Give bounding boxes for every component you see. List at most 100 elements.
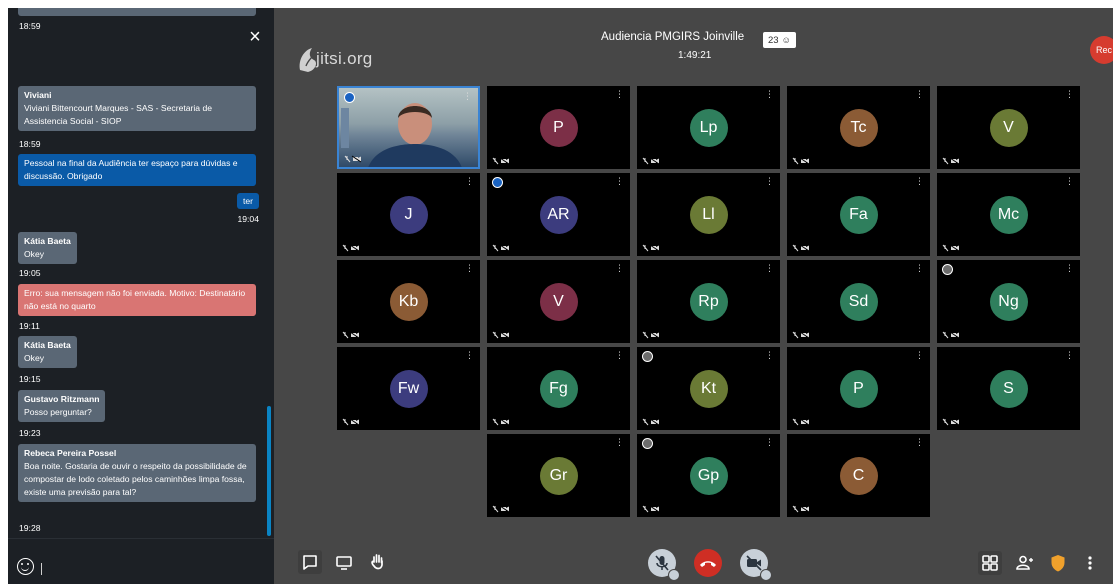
- muted-status-icon: [342, 418, 360, 426]
- tile-menu-icon[interactable]: ⋮: [465, 177, 474, 186]
- chat-messages[interactable]: 18:59 Viviani Viviani Bittencourt Marque…: [8, 8, 274, 538]
- participant-count-badge[interactable]: 23 ☺: [763, 32, 796, 48]
- tile-menu-icon[interactable]: ⋮: [465, 351, 474, 360]
- participant-tile[interactable]: Fw ⋮: [337, 347, 480, 430]
- chat-input[interactable]: [8, 538, 274, 584]
- participant-tile[interactable]: Kb ⋮: [337, 260, 480, 343]
- muted-status-icon: [642, 244, 660, 252]
- chevron-down-icon[interactable]: [668, 569, 680, 581]
- chat-toggle-button[interactable]: [298, 550, 322, 574]
- muted-status-icon: [792, 157, 810, 165]
- connection-indicator-icon: [642, 351, 653, 362]
- tile-menu-icon[interactable]: ⋮: [765, 177, 774, 186]
- muted-status-icon: [792, 505, 810, 513]
- muted-status-icon: [492, 418, 510, 426]
- close-icon[interactable]: ×: [246, 27, 264, 47]
- participant-tile[interactable]: Gr ⋮: [487, 434, 630, 517]
- participant-tile[interactable]: P ⋮: [787, 347, 930, 430]
- participant-tile[interactable]: Fg ⋮: [487, 347, 630, 430]
- message-timestamp: 19:28: [19, 523, 41, 533]
- hangup-button[interactable]: [694, 549, 722, 577]
- mic-toggle-button[interactable]: [648, 549, 680, 581]
- tile-menu-icon[interactable]: ⋮: [765, 438, 774, 447]
- participant-tile[interactable]: Rp ⋮: [637, 260, 780, 343]
- message-timestamp: 19:11: [19, 321, 40, 331]
- invite-button[interactable]: [1012, 551, 1036, 575]
- participant-tile[interactable]: Lp ⋮: [637, 86, 780, 169]
- add-people-icon: [1016, 555, 1033, 570]
- participant-tile[interactable]: Tc ⋮: [787, 86, 930, 169]
- screenshare-button[interactable]: [332, 550, 356, 574]
- participant-avatar: C: [839, 456, 878, 495]
- participant-tile[interactable]: ⋮: [337, 86, 480, 169]
- muted-status-icon: [942, 157, 960, 165]
- participant-avatar: P: [839, 369, 878, 408]
- chat-message-partial: [18, 8, 256, 16]
- chat-scrollbar[interactable]: [267, 406, 271, 536]
- tile-menu-icon[interactable]: ⋮: [915, 90, 924, 99]
- tile-menu-icon[interactable]: ⋮: [615, 177, 624, 186]
- participant-avatar: J: [389, 195, 428, 234]
- tile-menu-icon[interactable]: ⋮: [915, 264, 924, 273]
- tile-view-button[interactable]: [978, 551, 1002, 575]
- tile-menu-icon[interactable]: ⋮: [615, 264, 624, 273]
- tile-menu-icon[interactable]: ⋮: [463, 92, 472, 101]
- message-timestamp: 19:15: [19, 374, 41, 384]
- security-button[interactable]: [1046, 551, 1070, 575]
- tile-menu-icon[interactable]: ⋮: [615, 90, 624, 99]
- participant-tile[interactable]: J ⋮: [337, 173, 480, 256]
- tile-menu-icon[interactable]: ⋮: [765, 90, 774, 99]
- message-timestamp: 19:05: [19, 268, 41, 278]
- participant-tile[interactable]: Ll ⋮: [637, 173, 780, 256]
- tile-menu-icon[interactable]: ⋮: [1065, 351, 1074, 360]
- chat-panel: 18:59 Viviani Viviani Bittencourt Marque…: [8, 8, 274, 584]
- tile-menu-icon[interactable]: ⋮: [915, 438, 924, 447]
- participant-tile[interactable]: C ⋮: [787, 434, 930, 517]
- tile-menu-icon[interactable]: ⋮: [765, 351, 774, 360]
- tile-menu-icon[interactable]: ⋮: [1065, 90, 1074, 99]
- muted-status-icon: [792, 331, 810, 339]
- muted-status-icon: [792, 418, 810, 426]
- participant-tile[interactable]: V ⋮: [937, 86, 1080, 169]
- chat-error-message: Erro: sua mensagem não foi enviada. Moti…: [18, 284, 256, 316]
- muted-status-icon: [642, 505, 660, 513]
- participant-tile[interactable]: Fa ⋮: [787, 173, 930, 256]
- participant-tile[interactable]: AR ⋮: [487, 173, 630, 256]
- logo-text: jitsi.org: [316, 49, 373, 68]
- tile-menu-icon[interactable]: ⋮: [1065, 177, 1074, 186]
- tile-menu-icon[interactable]: ⋮: [615, 351, 624, 360]
- muted-status-icon: [492, 331, 510, 339]
- camera-toggle-button[interactable]: [740, 549, 772, 581]
- participant-tile[interactable]: Ng ⋮: [937, 260, 1080, 343]
- muted-status-icon: [792, 244, 810, 252]
- chevron-down-icon[interactable]: [760, 569, 772, 581]
- video-stage: jitsi.org Audiencia PMGIRS Joinville 23 ☺…: [274, 8, 1113, 584]
- tile-menu-icon[interactable]: ⋮: [765, 264, 774, 273]
- smiley-icon[interactable]: [17, 558, 34, 575]
- participant-tile[interactable]: P ⋮: [487, 86, 630, 169]
- participant-avatar: Gr: [539, 456, 578, 495]
- participant-tile[interactable]: Sd ⋮: [787, 260, 930, 343]
- grid-icon: [982, 555, 998, 571]
- participant-tile[interactable]: Gp ⋮: [637, 434, 780, 517]
- tile-menu-icon[interactable]: ⋮: [465, 264, 474, 273]
- participant-avatar: Fw: [389, 369, 428, 408]
- raise-hand-button[interactable]: [366, 550, 390, 574]
- tile-menu-icon[interactable]: ⋮: [1065, 264, 1074, 273]
- participant-tile[interactable]: S ⋮: [937, 347, 1080, 430]
- message-sender: Kátia Baeta: [24, 236, 71, 246]
- message-text: Posso perguntar?: [24, 407, 92, 417]
- desktop-icon: [336, 556, 352, 570]
- message-sender: Kátia Baeta: [24, 340, 71, 350]
- participant-tile[interactable]: Kt ⋮: [637, 347, 780, 430]
- more-options-button[interactable]: [1078, 551, 1102, 575]
- participant-tile[interactable]: Mc ⋮: [937, 173, 1080, 256]
- message-text: Okey: [24, 249, 45, 259]
- tile-menu-icon[interactable]: ⋮: [915, 351, 924, 360]
- tile-menu-icon[interactable]: ⋮: [915, 177, 924, 186]
- chat-message-own: Pessoal na final da Audiência ter espaço…: [18, 154, 256, 186]
- participant-avatar: Mc: [989, 195, 1028, 234]
- hand-icon: [371, 554, 383, 570]
- tile-menu-icon[interactable]: ⋮: [615, 438, 624, 447]
- participant-tile[interactable]: V ⋮: [487, 260, 630, 343]
